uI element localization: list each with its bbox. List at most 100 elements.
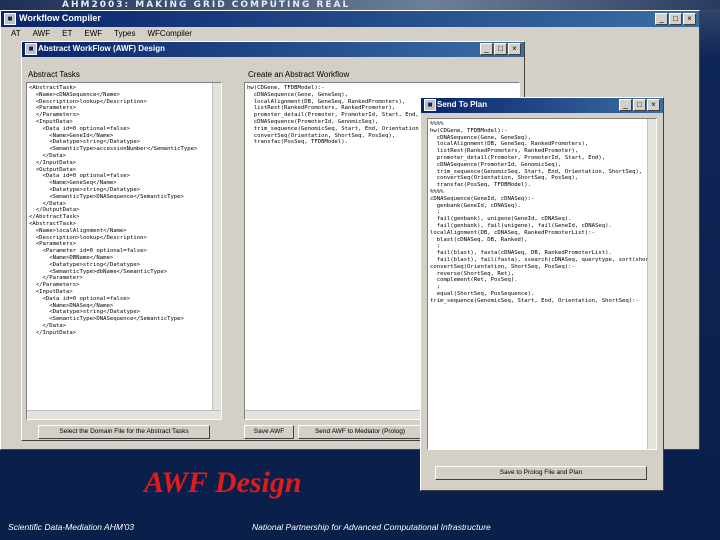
maximize-button[interactable]: □ bbox=[669, 13, 682, 25]
abstract-task-line: <Datatype>string</Datatype> bbox=[29, 261, 141, 268]
send-awf-to-mediator-button[interactable]: Send AWF to Mediator (Prolog) bbox=[298, 425, 422, 439]
plan-line: hw(CDGene, TFDBModel):- bbox=[430, 127, 508, 134]
abstract-task-line: <Data id=0 optional=false> bbox=[29, 173, 131, 180]
abstract-task-line: <SemanticType>DNASequence</SemanticType> bbox=[29, 193, 184, 200]
main-titlebar[interactable]: ■ Workflow Compiler _ □ × bbox=[1, 11, 699, 27]
plan-line: convertSeq(Orientation, ShortSeq, PosSeq… bbox=[430, 263, 575, 270]
abstract-task-line: <AbstractTask> bbox=[29, 220, 77, 227]
abstract-task-line: <Name>DBName</Name> bbox=[29, 254, 114, 261]
plan-scrollbar[interactable] bbox=[647, 119, 656, 449]
abstract-task-line: </Data> bbox=[29, 152, 67, 159]
plan-line: genbank(GeneId, cDNASeq). bbox=[430, 202, 521, 209]
abstract-task-line: <SemanticType>DNASequence</SemanticType> bbox=[29, 316, 184, 323]
send-window-icon: ■ bbox=[424, 99, 436, 111]
awf-close-button[interactable]: × bbox=[508, 43, 521, 55]
plan-line: transfac(PosSeq, TFDBModel). bbox=[430, 182, 532, 189]
footer-right-text: National Partnership for Advanced Comput… bbox=[252, 522, 491, 532]
abstract-tasks-textarea[interactable]: <AbstractTask> <Name>cDNASequence</Name>… bbox=[26, 82, 222, 420]
send-window-title: Send To Plan bbox=[437, 100, 488, 109]
workflow-line: hw(CDGene, TFDBModel):- bbox=[247, 85, 325, 91]
plan-textarea[interactable]: %%%% hw(CDGene, TFDBModel):- cDNASequence… bbox=[427, 118, 657, 450]
plan-line: cDNASequence(Gene, GeneSeq), bbox=[430, 134, 532, 141]
abstract-task-line: <Name>localAlignment</Name> bbox=[29, 227, 127, 234]
footer-left-text: Scientific Data-Mediation AHM'03 bbox=[8, 522, 135, 532]
menu-wfcompiler[interactable]: WFCompiler bbox=[147, 27, 191, 41]
minimize-button[interactable]: _ bbox=[655, 13, 668, 25]
menu-et[interactable]: ET bbox=[62, 27, 72, 41]
abstract-task-line: <SemanticType>accessionNumber</SemanticT… bbox=[29, 146, 198, 153]
save-to-prolog-button[interactable]: Save to Prolog File and Plan bbox=[435, 466, 647, 480]
abstract-task-line: <Name>GeneId</Name> bbox=[29, 132, 114, 139]
plan-line: localAlignment(DB, cDNASeq, RankedPromot… bbox=[430, 229, 596, 236]
send-titlebar[interactable]: ■ Send To Plan _ □ × bbox=[421, 98, 663, 113]
save-awf-button[interactable]: Save AWF bbox=[244, 425, 294, 439]
abstract-task-line: </Parameters> bbox=[29, 282, 80, 289]
send-to-plan-window: ■ Send To Plan _ □ × %%%% hw(CDGene, TFDB… bbox=[420, 97, 664, 491]
abstract-task-line: </OutputData> bbox=[29, 207, 80, 214]
abstract-task-line: <Data id=0 optional=false> bbox=[29, 125, 131, 132]
plan-line: cDNASequence(PromoterId, GenomicSeq), bbox=[430, 161, 562, 168]
abstract-task-line: </InputData> bbox=[29, 159, 77, 166]
app-icon: ■ bbox=[4, 13, 16, 25]
menu-types[interactable]: Types bbox=[114, 27, 135, 41]
abstract-task-line: </Parameters> bbox=[29, 112, 80, 119]
plan-line: cDNASequence(GeneId, cDNASeq):- bbox=[430, 195, 535, 202]
abstract-task-line: <Datatype>string</Datatype> bbox=[29, 309, 141, 316]
plan-line: promoter_detail(Promoter, PromoterId, St… bbox=[430, 154, 606, 161]
abstract-task-line: </InputData> bbox=[29, 329, 77, 336]
slide-footer: Scientific Data-Mediation AHM'03 Nationa… bbox=[0, 516, 720, 540]
plan-line: equal(ShortSeq, PosSequence). bbox=[430, 290, 535, 297]
abstract-task-line: <Description>lookup</Description> bbox=[29, 98, 147, 105]
plan-line: trim_sequence(GenomicSeq, Start, End, Or… bbox=[430, 297, 639, 304]
slide-caption: AWF Design bbox=[144, 466, 302, 499]
abstract-task-line: <Parameters> bbox=[29, 241, 77, 248]
select-domain-file-button[interactable]: Select the Domain File for the Abstract … bbox=[38, 425, 210, 439]
awf-window-icon: ■ bbox=[25, 43, 37, 55]
abstract-task-line: <Datatype>string</Datatype> bbox=[29, 186, 141, 193]
plan-line: blast(cDNASeq, DB, Ranked), bbox=[430, 236, 528, 243]
send-close-button[interactable]: × bbox=[647, 99, 660, 111]
abstract-task-line: <Name>cDNASequence</Name> bbox=[29, 91, 120, 98]
abstract-task-line: <OutputData> bbox=[29, 166, 77, 173]
abstract-task-line: </Data> bbox=[29, 200, 67, 207]
awf-maximize-button[interactable]: □ bbox=[494, 43, 507, 55]
abstract-task-line: </Parameter> bbox=[29, 275, 83, 282]
plan-line: convertSeq(Orientation, ShortSeq, PosSeq… bbox=[430, 175, 579, 182]
plan-line: ; bbox=[430, 209, 441, 216]
send-maximize-button[interactable]: □ bbox=[633, 99, 646, 111]
abstract-task-line: <Data id=0 optional=false> bbox=[29, 295, 131, 302]
plan-line: complement(Ret, PosSeq). bbox=[430, 277, 518, 284]
awf-titlebar[interactable]: ■ Abstract WorkFlow (AWF) Design _ □ × bbox=[22, 42, 524, 57]
plan-line: ; bbox=[430, 243, 441, 250]
abstract-task-line: <Datatype>string</Datatype> bbox=[29, 139, 141, 146]
abstract-task-line: <Parameter id=0 optional=false> bbox=[29, 248, 147, 255]
abstract-tasks-hscrollbar[interactable] bbox=[27, 410, 221, 419]
awf-window-title: Abstract WorkFlow (AWF) Design bbox=[38, 44, 165, 53]
plan-line: ; bbox=[430, 284, 441, 291]
menu-ewf[interactable]: EWF bbox=[84, 27, 102, 41]
plan-line: fail(blast), fasta(cDNASeq, DB, RankedPr… bbox=[430, 250, 612, 257]
send-window-controls: _ □ × bbox=[619, 99, 660, 111]
abstract-task-line: <Description>lookup</Description> bbox=[29, 234, 147, 241]
main-window-title: Workflow Compiler bbox=[19, 13, 101, 23]
plan-line: listRest(RankedPromoters, RankedPromoter… bbox=[430, 148, 579, 155]
main-window-controls: _ □ × bbox=[655, 13, 696, 25]
menu-awf[interactable]: AWF bbox=[33, 27, 50, 41]
close-button[interactable]: × bbox=[683, 13, 696, 25]
plan-line: localAlignment(DB, GeneSeq, RankedPromot… bbox=[430, 141, 589, 148]
awf-window-controls: _ □ × bbox=[480, 43, 521, 55]
menubar: AT AWF ET EWF Types WFCompiler bbox=[1, 27, 699, 41]
abstract-task-line: </AbstractTask> bbox=[29, 214, 80, 221]
plan-line: %%%% bbox=[430, 188, 444, 195]
slide-header-title: AHM2003: MAKING GRID COMPUTING REAL bbox=[62, 0, 351, 10]
abstract-task-line: <SemanticType>dbName</SemanticType> bbox=[29, 268, 168, 275]
abstract-task-line: <Name>DNASeq</Name> bbox=[29, 302, 114, 309]
awf-minimize-button[interactable]: _ bbox=[480, 43, 493, 55]
abstract-tasks-scrollbar[interactable] bbox=[212, 83, 221, 419]
abstract-tasks-label: Abstract Tasks bbox=[28, 70, 80, 79]
menu-at[interactable]: AT bbox=[11, 27, 21, 41]
abstract-task-line: <Parameters> bbox=[29, 105, 77, 112]
send-minimize-button[interactable]: _ bbox=[619, 99, 632, 111]
plan-line: fail(genbank), fail(unigene), fail(GeneI… bbox=[430, 222, 612, 229]
plan-line: trim_sequence(GenomicSeq, Start, End, Or… bbox=[430, 168, 643, 175]
